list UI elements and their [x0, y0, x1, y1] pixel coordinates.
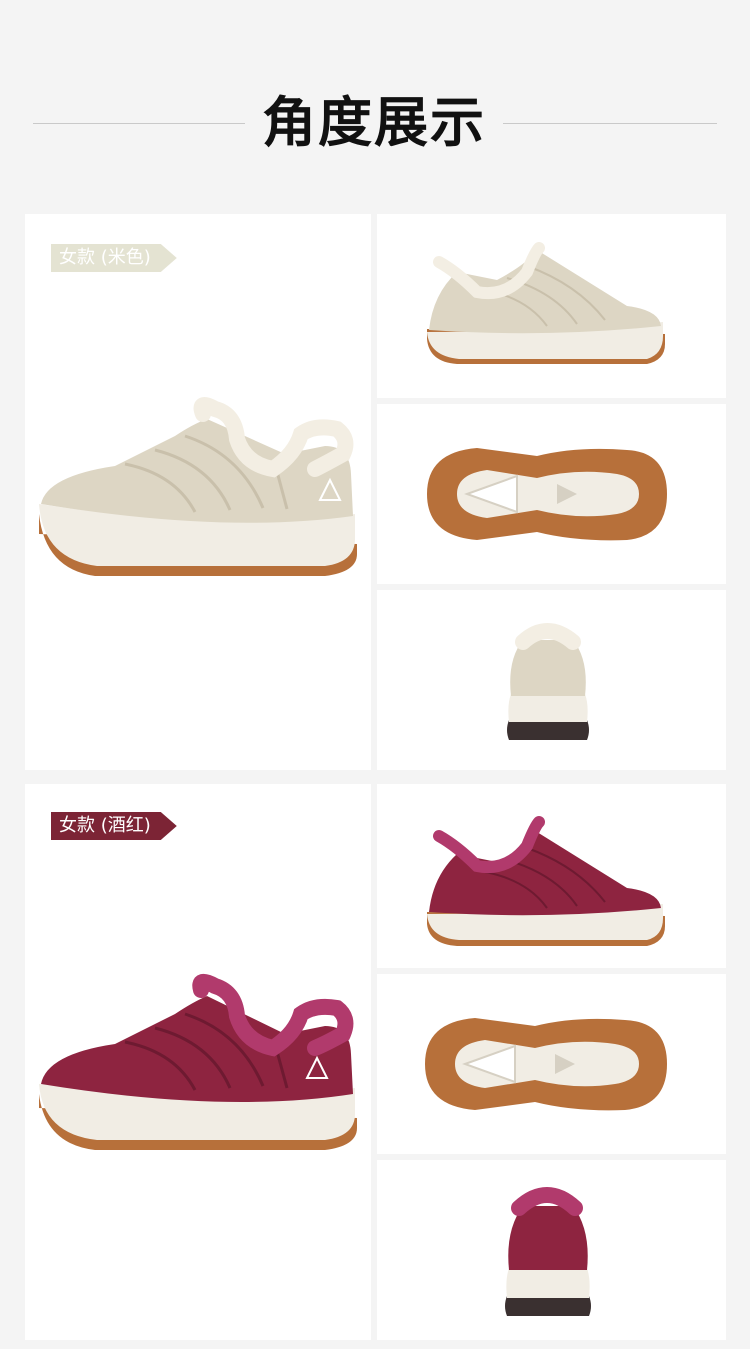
beige-main-panel: 女款 (米色) — [25, 214, 371, 770]
wine-shoe-back-image — [505, 1187, 591, 1316]
title-divider-left — [33, 123, 245, 124]
beige-shoe-side-image — [427, 242, 665, 364]
beige-back-view-panel — [377, 590, 726, 770]
title-divider-right — [503, 123, 717, 124]
wine-shoe-sole-image — [425, 1018, 667, 1111]
wine-main-panel: 女款 (酒红) — [25, 784, 371, 1340]
wine-side-view-panel — [377, 784, 726, 968]
beige-side-view-panel — [377, 214, 726, 398]
wine-sole-view-panel — [377, 974, 726, 1154]
wine-back-view-panel — [377, 1160, 726, 1340]
beige-sole-view-panel — [377, 404, 726, 584]
page-header: 角度展示 — [0, 0, 750, 200]
wine-shoe-large-image — [39, 973, 357, 1150]
beige-shoe-back-image — [507, 623, 589, 740]
wine-shoe-side-image — [427, 816, 665, 946]
beige-shoe-sole-image — [427, 448, 667, 541]
beige-shoe-large-image — [39, 397, 357, 576]
page-title: 角度展示 — [262, 91, 486, 154]
